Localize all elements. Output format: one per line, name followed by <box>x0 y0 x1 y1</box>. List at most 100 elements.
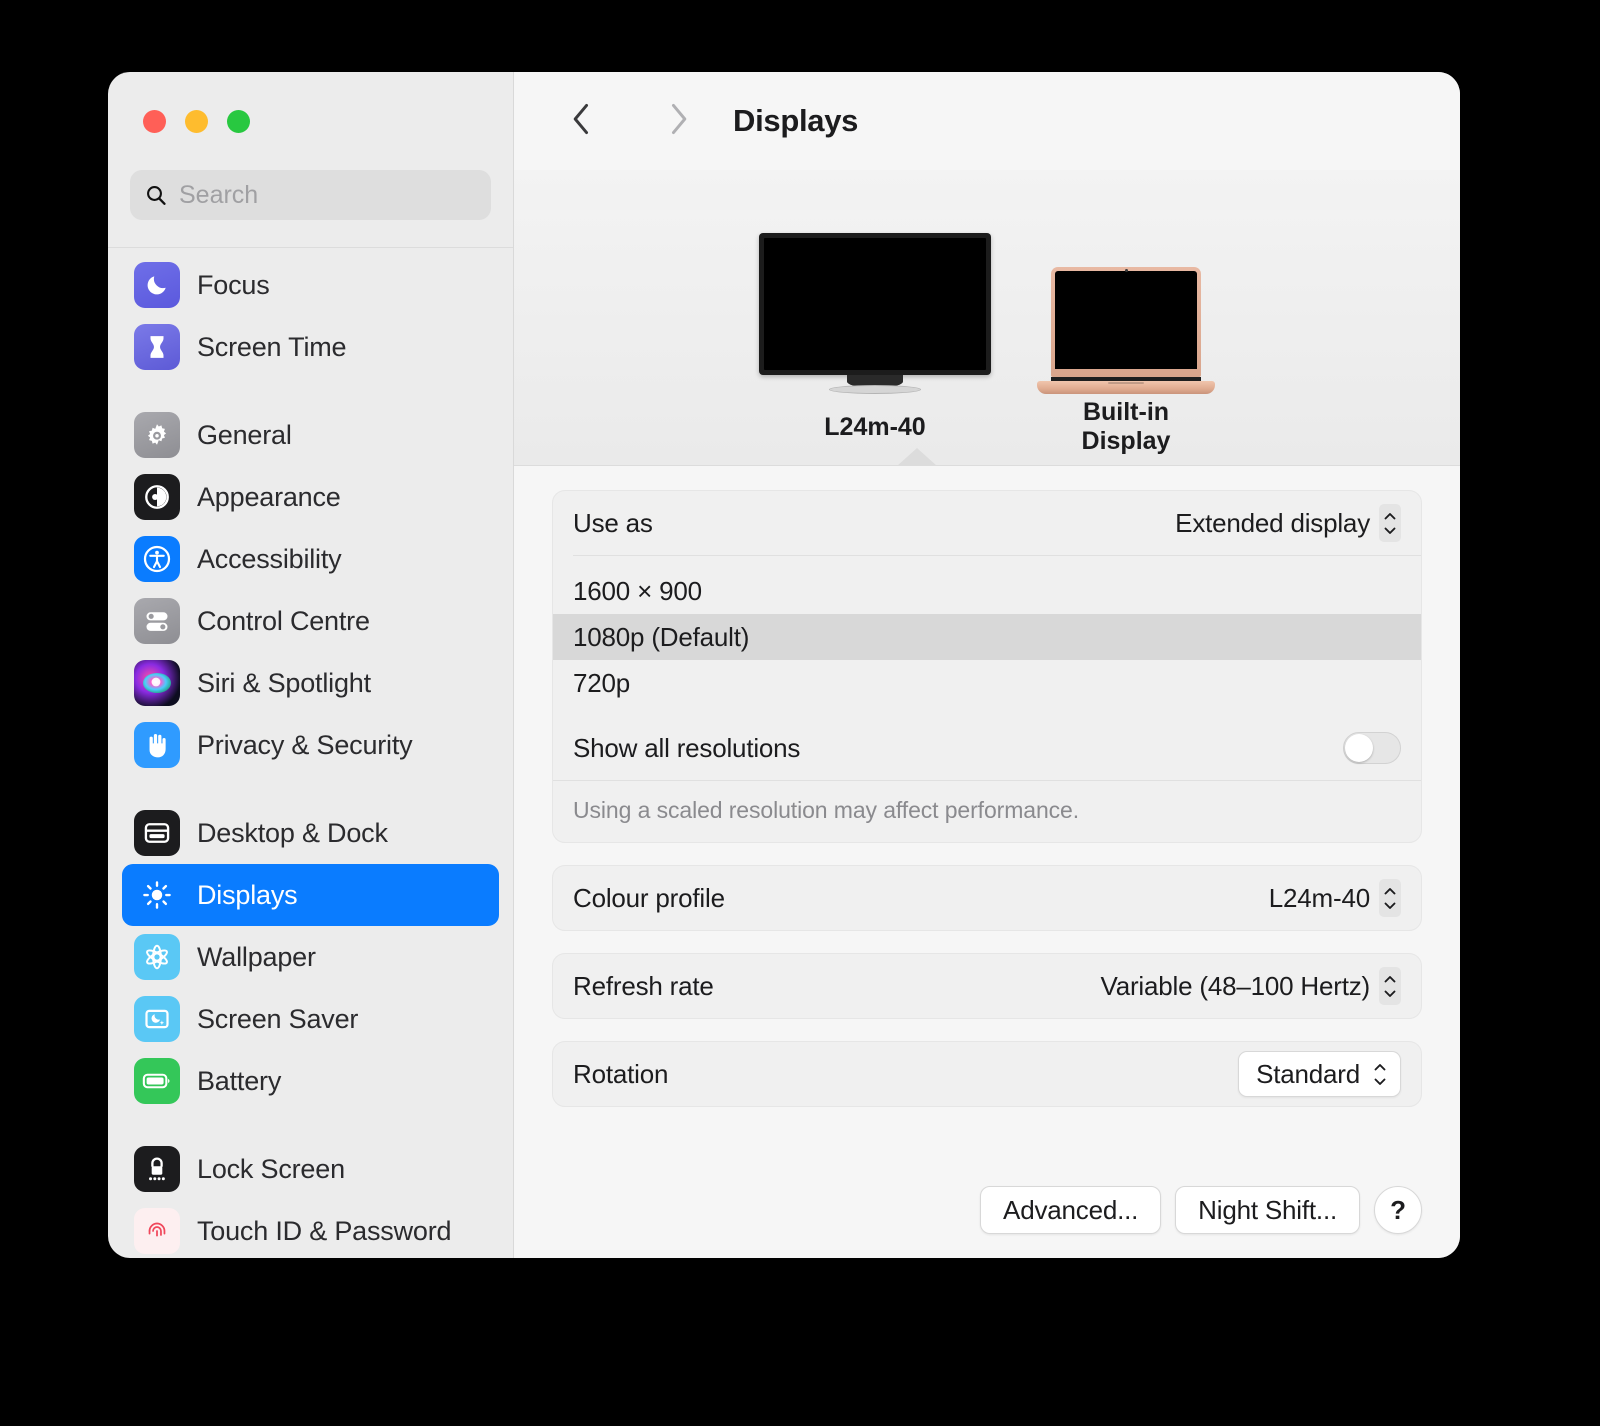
refresh-rate-stepper[interactable] <box>1379 967 1401 1005</box>
sidebar-item-wallpaper[interactable]: Wallpaper <box>122 926 499 988</box>
sidebar-item-label: Accessibility <box>197 543 342 574</box>
window-controls <box>108 72 513 170</box>
sidebar-item-label: Displays <box>197 879 298 910</box>
refresh-rate-row[interactable]: Refresh rate Variable (48–100 Hertz) <box>553 954 1421 1018</box>
display-thumbnails <box>514 170 1460 400</box>
page-title: Displays <box>733 103 859 138</box>
contrast-circle-icon <box>134 474 180 520</box>
sidebar-item-label: Desktop & Dock <box>197 817 388 848</box>
refresh-rate-card: Refresh rate Variable (48–100 Hertz) <box>552 953 1422 1019</box>
sidebar-item-label: Battery <box>197 1065 282 1096</box>
accessibility-icon <box>134 536 180 582</box>
help-button[interactable]: ? <box>1374 1186 1422 1234</box>
nav-group-focus: Focus Screen Time <box>122 254 499 404</box>
use-as-stepper[interactable] <box>1379 504 1401 542</box>
display-name-external: L24m-40 <box>824 412 926 441</box>
sidebar-item-screen-time[interactable]: Screen Time <box>122 316 499 378</box>
flower-icon <box>134 934 180 980</box>
sidebar-item-desktop-dock[interactable]: Desktop & Dock <box>122 802 499 864</box>
window-icon <box>134 810 180 856</box>
rotation-value: Standard <box>1256 1058 1360 1089</box>
settings-nav-list[interactable]: Focus Screen Time General Appearance Acc… <box>108 248 513 1258</box>
sidebar-item-general[interactable]: General <box>122 404 499 466</box>
sidebar-item-displays[interactable]: Displays <box>122 864 499 926</box>
lock-icon <box>134 1146 180 1192</box>
use-as-row[interactable]: Use as Extended display <box>553 491 1421 555</box>
sidebar: Focus Screen Time <box>108 72 514 1258</box>
resolution-option-selected[interactable]: 1080p (Default) <box>553 614 1421 660</box>
back-button[interactable] <box>554 93 610 149</box>
sidebar-item-screen-saver[interactable]: Screen Saver <box>122 988 499 1050</box>
hand-icon <box>134 722 180 768</box>
resolution-list[interactable]: 1600 × 900 1080p (Default) 720p <box>553 556 1421 716</box>
use-as-value: Extended display <box>1175 507 1370 538</box>
moon-icon <box>134 262 180 308</box>
rotation-row: Rotation Standard <box>553 1042 1421 1106</box>
rotation-stepper[interactable] <box>1369 1055 1391 1093</box>
sidebar-item-control-centre[interactable]: Control Centre <box>122 590 499 652</box>
rotation-popup-button[interactable]: Standard <box>1238 1051 1401 1097</box>
sidebar-item-lock-screen[interactable]: Lock Screen <box>122 1138 499 1200</box>
sidebar-item-appearance[interactable]: Appearance <box>122 466 499 528</box>
colour-profile-stepper[interactable] <box>1379 879 1401 917</box>
sidebar-item-accessibility[interactable]: Accessibility <box>122 528 499 590</box>
sidebar-item-label: Privacy & Security <box>197 729 413 760</box>
sidebar-item-siri-spotlight[interactable]: Siri & Spotlight <box>122 652 499 714</box>
sidebar-item-label: Siri & Spotlight <box>197 667 371 698</box>
resolution-option[interactable]: 1600 × 900 <box>553 568 1421 614</box>
resolution-card: Use as Extended display 1600 × 900 1080p… <box>552 490 1422 843</box>
sidebar-item-focus[interactable]: Focus <box>122 254 499 316</box>
main-panel: Displays L24m-40 Built-in Display Use as… <box>514 72 1460 1258</box>
sidebar-item-label: Screen Time <box>197 331 347 362</box>
scaled-resolution-note: Using a scaled resolution may affect per… <box>573 797 1080 823</box>
colour-profile-card: Colour profile L24m-40 <box>552 865 1422 931</box>
display-thumb-external[interactable] <box>759 233 991 394</box>
zoom-button[interactable] <box>227 109 250 133</box>
forward-button[interactable] <box>650 93 706 149</box>
brightness-icon <box>134 872 180 918</box>
sidebar-item-privacy-security[interactable]: Privacy & Security <box>122 714 499 776</box>
search-container <box>108 170 513 247</box>
show-all-resolutions-row[interactable]: Show all resolutions <box>553 716 1421 780</box>
settings-content: Use as Extended display 1600 × 900 1080p… <box>514 466 1460 1258</box>
night-photo-icon <box>134 996 180 1042</box>
display-thumb-builtin[interactable] <box>1037 267 1215 394</box>
nav-group-system: General Appearance Accessibility Control… <box>122 404 499 802</box>
siri-orb-icon <box>134 660 180 706</box>
selected-display-pointer <box>897 448 937 466</box>
sidebar-item-touch-id-password[interactable]: Touch ID & Password <box>122 1200 499 1258</box>
minimize-button[interactable] <box>185 109 208 133</box>
refresh-rate-value: Variable (48–100 Hertz) <box>1100 970 1370 1001</box>
advanced-button[interactable]: Advanced... <box>980 1186 1162 1234</box>
sliders-icon <box>134 598 180 644</box>
search-field[interactable] <box>130 170 491 220</box>
night-shift-button[interactable]: Night Shift... <box>1175 1186 1360 1234</box>
colour-profile-value: L24m-40 <box>1268 882 1370 913</box>
sidebar-item-battery[interactable]: Battery <box>122 1050 499 1112</box>
sidebar-item-label: Touch ID & Password <box>197 1215 452 1246</box>
search-input[interactable] <box>179 180 477 210</box>
sidebar-item-label: General <box>197 419 292 450</box>
sidebar-item-label: Lock Screen <box>197 1153 345 1184</box>
fingerprint-icon <box>134 1208 180 1254</box>
battery-icon <box>134 1058 180 1104</box>
refresh-rate-label: Refresh rate <box>573 970 714 1001</box>
sidebar-item-label: Control Centre <box>197 605 370 636</box>
resolution-option[interactable]: 720p <box>553 660 1421 706</box>
system-settings-window: Focus Screen Time <box>108 72 1460 1258</box>
sidebar-item-label: Wallpaper <box>197 941 316 972</box>
use-as-label: Use as <box>573 507 653 538</box>
colour-profile-row[interactable]: Colour profile L24m-40 <box>553 866 1421 930</box>
sidebar-item-label: Focus <box>197 269 270 300</box>
rotation-label: Rotation <box>573 1058 669 1089</box>
rotation-card: Rotation Standard <box>552 1041 1422 1107</box>
show-all-resolutions-label: Show all resolutions <box>573 732 801 763</box>
sidebar-item-label: Appearance <box>197 481 341 512</box>
hourglass-icon <box>134 324 180 370</box>
sidebar-item-label: Screen Saver <box>197 1003 359 1034</box>
display-picker: L24m-40 Built-in Display Arrange... <box>514 170 1460 551</box>
search-icon <box>144 183 168 207</box>
toolbar: Displays <box>514 72 1460 170</box>
show-all-resolutions-toggle[interactable] <box>1343 732 1401 764</box>
close-button[interactable] <box>143 109 166 133</box>
